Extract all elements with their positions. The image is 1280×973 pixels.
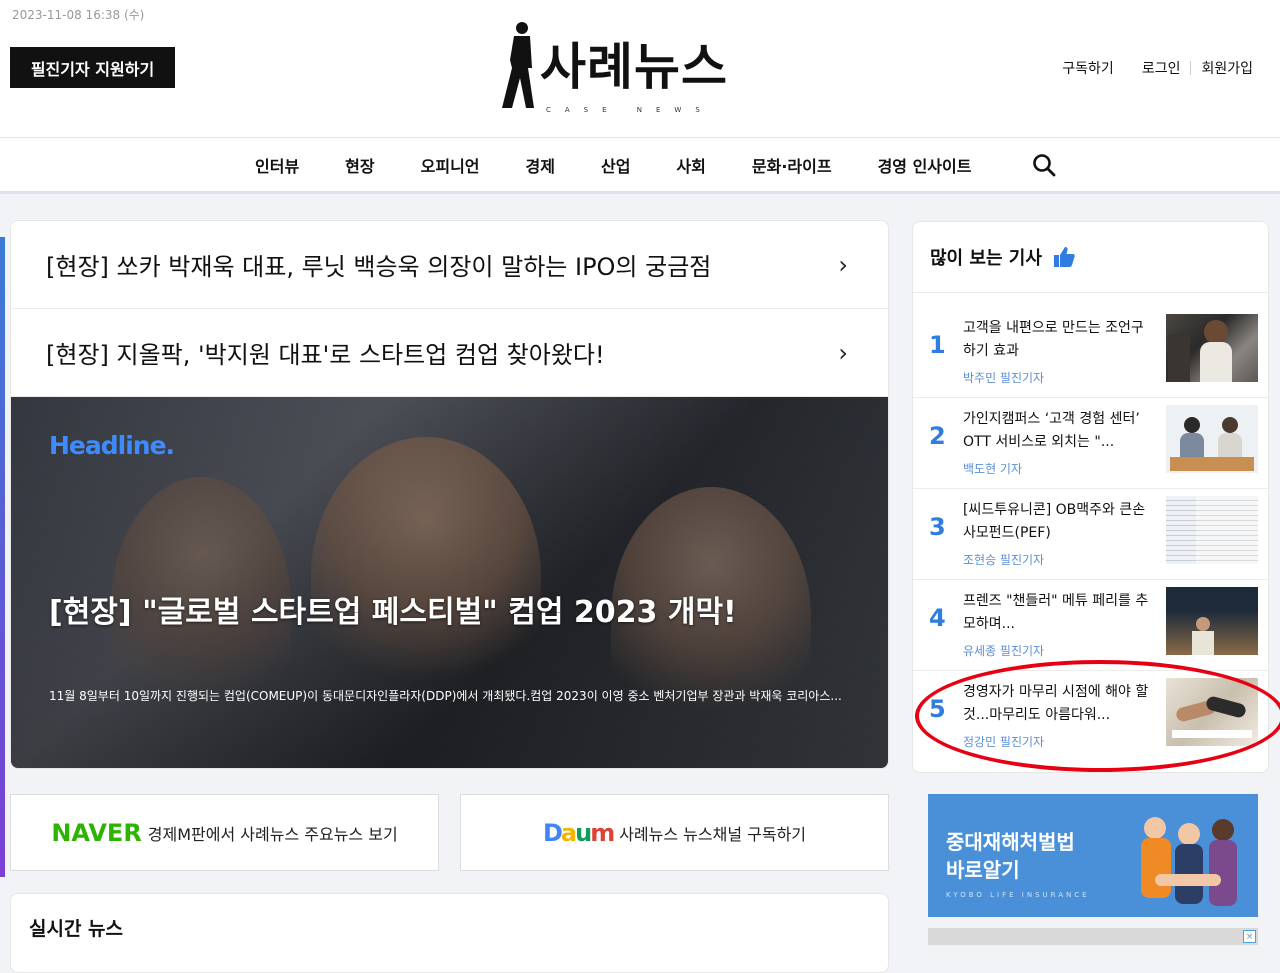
logo-subtext: CASE NEWS [546, 106, 714, 114]
article-rank: 1 [929, 331, 946, 359]
popular-article-item[interactable]: 1 고객을 내편으로 만드는 조언구하기 효과 박주민 필진기자 [913, 307, 1269, 398]
search-icon[interactable] [1031, 152, 1057, 178]
nav-menu: 인터뷰 현장 오피니언 경제 산업 사회 문화·라이프 경영 인사이트 [232, 138, 994, 192]
popular-articles-header: 많이 보는 기사 [930, 244, 1076, 270]
ad-subtext: KYOBO LIFE INSURANCE [946, 891, 1090, 899]
user-links: 구독하기 로그인 회원가입 [1052, 58, 1263, 78]
article-rank: 3 [929, 513, 946, 541]
article-thumbnail[interactable] [1166, 314, 1258, 382]
live-news-title: 실시간 뉴스 [29, 914, 123, 941]
chevron-right-icon: › [838, 339, 848, 367]
walking-man-logo-icon [498, 20, 546, 112]
nav-item-economy[interactable]: 경제 [503, 153, 578, 177]
nav-item-field[interactable]: 현장 [322, 153, 397, 177]
article-thumbnail[interactable] [1166, 587, 1258, 655]
naver-banner[interactable]: NAVER 경제M판에서 사례뉴스 주요뉴스 보기 [10, 794, 439, 871]
article-rank: 4 [929, 604, 946, 632]
headline-list-title: [현장] 지올팍, '박지원 대표'로 스타트업 컴업 찾아왔다! [46, 335, 605, 370]
article-title[interactable]: [씨드투유니콘] OB맥주와 큰손 사모펀드(PEF) [963, 499, 1151, 545]
panel-divider [913, 292, 1269, 293]
hero-article[interactable]: Headline. [현장] "글로벌 스타트업 페스티벌" 컴업 2023 개… [11, 397, 889, 769]
nav-item-insight[interactable]: 경영 인사이트 [855, 153, 995, 177]
headline-list-item[interactable]: [현장] 쏘카 박재욱 대표, 루닛 백승욱 의장이 말하는 IPO의 궁금점 … [11, 221, 889, 309]
article-rank: 2 [929, 422, 946, 450]
ad-headline-line: 바로알기 [946, 856, 1075, 884]
ad-close-icon[interactable]: × [1243, 930, 1256, 943]
left-edge-banner [0, 237, 5, 877]
article-author: 조현승 필진기자 [963, 551, 1044, 568]
ad-headline: 중대재해처벌법 바로알기 [946, 828, 1075, 884]
article-author: 유세종 필진기자 [963, 642, 1044, 659]
nav-item-opinion[interactable]: 오피니언 [398, 153, 503, 177]
article-title[interactable]: 고객을 내편으로 만드는 조언구하기 효과 [963, 317, 1151, 363]
nav-item-society[interactable]: 사회 [653, 153, 728, 177]
red-circle-annotation [915, 660, 1280, 772]
popular-article-item[interactable]: 3 [씨드투유니콘] OB맥주와 큰손 사모펀드(PEF) 조현승 필진기자 [913, 489, 1269, 580]
site-header: 2023-11-08 16:38 (수) 필진기자 지원하기 사례뉴스 CASE… [0, 0, 1280, 137]
thumbs-up-icon [1052, 245, 1076, 269]
chevron-right-icon: › [838, 251, 848, 279]
popular-article-item[interactable]: 4 프렌즈 "챈들러" 메튜 페리를 추모하며... 유세종 필진기자 [913, 580, 1269, 671]
article-title[interactable]: 프렌즈 "챈들러" 메튜 페리를 추모하며... [963, 590, 1151, 636]
ad-headline-line: 중대재해처벌법 [946, 828, 1075, 856]
hero-title[interactable]: [현장] "글로벌 스타트업 페스티벌" 컴업 2023 개막! [49, 587, 737, 631]
subscribe-link[interactable]: 구독하기 [1052, 58, 1124, 78]
site-logo[interactable]: 사례뉴스 CASE NEWS [498, 20, 730, 116]
live-news-section: 실시간 뉴스 [10, 893, 889, 973]
current-datetime: 2023-11-08 16:38 (수) [12, 6, 144, 23]
article-title[interactable]: 가인지캠퍼스 ‘고객 경험 센터’ OTT 서비스로 외치는 "... [963, 408, 1151, 454]
apply-writer-button[interactable]: 필진기자 지원하기 [10, 47, 175, 88]
daum-banner[interactable]: Daum 사례뉴스 뉴스채널 구독하기 [460, 794, 889, 871]
headline-list-title: [현장] 쏘카 박재욱 대표, 루닛 백승욱 의장이 말하는 IPO의 궁금점 [46, 247, 711, 282]
login-link[interactable]: 로그인 [1132, 58, 1191, 78]
headline-card: [현장] 쏘카 박재욱 대표, 루닛 백승욱 의장이 말하는 IPO의 궁금점 … [10, 220, 889, 769]
daum-logo: Daum [543, 819, 613, 847]
signup-link[interactable]: 회원가입 [1191, 58, 1263, 78]
hero-label: Headline. [49, 431, 174, 460]
article-thumbnail[interactable] [1166, 496, 1258, 564]
popular-article-item[interactable]: 2 가인지캠퍼스 ‘고객 경험 센터’ OTT 서비스로 외치는 "... 백도… [913, 398, 1269, 489]
article-thumbnail[interactable] [1166, 405, 1258, 473]
ad-illustration-icon [1123, 794, 1253, 917]
headline-list-item[interactable]: [현장] 지올팍, '박지원 대표'로 스타트업 컴업 찾아왔다! › [11, 309, 889, 397]
hero-description: 11월 8일부터 10일까지 진행되는 컴업(COMEUP)이 동대문디자인플라… [49, 687, 849, 704]
main-navigation: 인터뷰 현장 오피니언 경제 산업 사회 문화·라이프 경영 인사이트 [0, 137, 1280, 194]
naver-banner-text: 경제M판에서 사례뉴스 주요뉴스 보기 [148, 821, 398, 845]
nav-item-interview[interactable]: 인터뷰 [232, 153, 322, 177]
nav-item-culture[interactable]: 문화·라이프 [729, 153, 855, 177]
second-advertisement[interactable]: × [928, 928, 1258, 945]
article-author: 백도현 기자 [963, 460, 1022, 477]
article-author: 박주민 필진기자 [963, 369, 1044, 386]
nav-item-industry[interactable]: 산업 [578, 153, 653, 177]
naver-logo: NAVER [51, 819, 141, 847]
advertisement-banner[interactable]: 중대재해처벌법 바로알기 KYOBO LIFE INSURANCE [928, 794, 1258, 917]
logo-wordmark: 사례뉴스 [540, 42, 728, 92]
daum-banner-text: 사례뉴스 뉴스채널 구독하기 [619, 821, 806, 845]
popular-articles-title: 많이 보는 기사 [930, 244, 1042, 270]
